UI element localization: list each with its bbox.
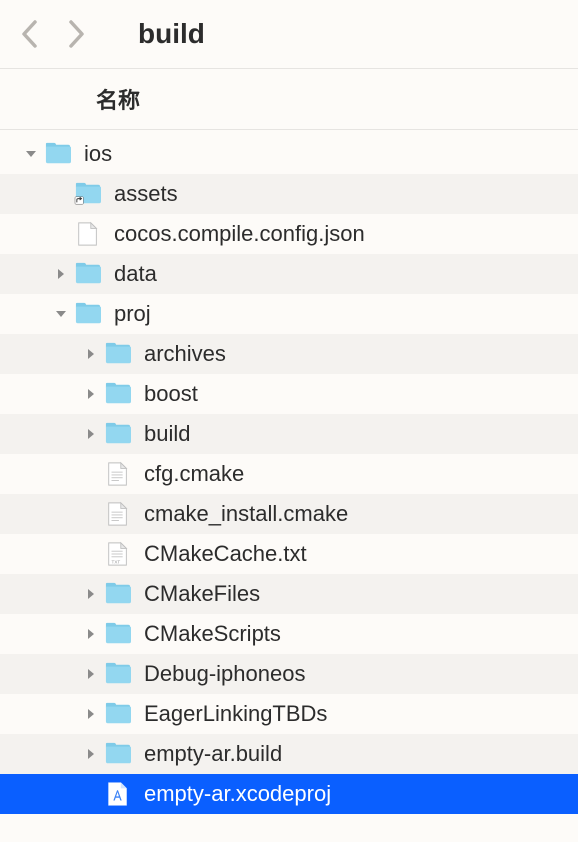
file-tree: iosassets cocos.compile.config.json data pr… bbox=[0, 130, 578, 814]
file-txt-icon bbox=[102, 540, 134, 568]
column-header[interactable]: 名称 bbox=[0, 69, 578, 129]
tree-row[interactable]: assets bbox=[0, 174, 578, 214]
folder-icon bbox=[102, 740, 134, 768]
tree-item-label: cocos.compile.config.json bbox=[114, 221, 365, 247]
folder-icon bbox=[72, 300, 104, 328]
tree-item-label: empty-ar.build bbox=[144, 741, 282, 767]
nav-title: build bbox=[138, 18, 205, 50]
tree-row[interactable]: CMakeFiles bbox=[0, 574, 578, 614]
chevron-right-icon[interactable] bbox=[80, 708, 102, 720]
tree-item-label: CMakeFiles bbox=[144, 581, 260, 607]
chevron-down-icon[interactable] bbox=[20, 148, 42, 160]
tree-row[interactable]: EagerLinkingTBDs bbox=[0, 694, 578, 734]
tree-row[interactable]: CMakeCache.txt bbox=[0, 534, 578, 574]
folder-icon bbox=[102, 380, 134, 408]
folder-icon bbox=[102, 580, 134, 608]
tree-item-label: EagerLinkingTBDs bbox=[144, 701, 327, 727]
chevron-right-icon[interactable] bbox=[80, 628, 102, 640]
tree-row[interactable]: data bbox=[0, 254, 578, 294]
tree-row[interactable]: cmake_install.cmake bbox=[0, 494, 578, 534]
tree-item-label: CMakeCache.txt bbox=[144, 541, 307, 567]
chevron-right-icon[interactable] bbox=[80, 588, 102, 600]
tree-item-label: CMakeScripts bbox=[144, 621, 281, 647]
chevron-right-icon[interactable] bbox=[50, 268, 72, 280]
tree-row[interactable]: cocos.compile.config.json bbox=[0, 214, 578, 254]
folder-icon bbox=[102, 660, 134, 688]
chevron-right-icon[interactable] bbox=[80, 428, 102, 440]
tree-item-label: cfg.cmake bbox=[144, 461, 244, 487]
nav-bar: build bbox=[0, 0, 578, 68]
tree-item-label: empty-ar.xcodeproj bbox=[144, 781, 331, 807]
folder-icon bbox=[102, 340, 134, 368]
tree-item-label: ios bbox=[84, 141, 112, 167]
file-text-icon bbox=[102, 460, 134, 488]
folder-icon bbox=[102, 620, 134, 648]
tree-item-label: proj bbox=[114, 301, 151, 327]
nav-back-button[interactable] bbox=[20, 19, 38, 49]
tree-row[interactable]: archives bbox=[0, 334, 578, 374]
tree-row[interactable]: cfg.cmake bbox=[0, 454, 578, 494]
chevron-right-icon[interactable] bbox=[80, 748, 102, 760]
folder-icon bbox=[102, 420, 134, 448]
tree-row[interactable]: build bbox=[0, 414, 578, 454]
tree-row[interactable]: ios bbox=[0, 134, 578, 174]
chevron-right-icon[interactable] bbox=[80, 348, 102, 360]
file-text-icon bbox=[102, 500, 134, 528]
tree-row[interactable]: empty-ar.build bbox=[0, 734, 578, 774]
folder-icon bbox=[72, 260, 104, 288]
tree-row[interactable]: empty-ar.xcodeproj bbox=[0, 774, 578, 814]
tree-row[interactable]: boost bbox=[0, 374, 578, 414]
column-name-label: 名称 bbox=[96, 88, 140, 113]
tree-item-label: assets bbox=[114, 181, 178, 207]
tree-item-label: archives bbox=[144, 341, 226, 367]
folder-alias-icon bbox=[72, 180, 104, 208]
tree-row[interactable]: Debug-iphoneos bbox=[0, 654, 578, 694]
tree-item-label: data bbox=[114, 261, 157, 287]
nav-forward-button[interactable] bbox=[68, 19, 86, 49]
chevron-right-icon[interactable] bbox=[80, 388, 102, 400]
tree-item-label: build bbox=[144, 421, 190, 447]
tree-item-label: boost bbox=[144, 381, 198, 407]
file-xcode-icon bbox=[102, 780, 134, 808]
tree-item-label: Debug-iphoneos bbox=[144, 661, 305, 687]
tree-item-label: cmake_install.cmake bbox=[144, 501, 348, 527]
folder-icon bbox=[102, 700, 134, 728]
file-blank-icon bbox=[72, 220, 104, 248]
chevron-down-icon[interactable] bbox=[50, 308, 72, 320]
chevron-right-icon[interactable] bbox=[80, 668, 102, 680]
tree-row[interactable]: proj bbox=[0, 294, 578, 334]
folder-icon bbox=[42, 140, 74, 168]
tree-row[interactable]: CMakeScripts bbox=[0, 614, 578, 654]
